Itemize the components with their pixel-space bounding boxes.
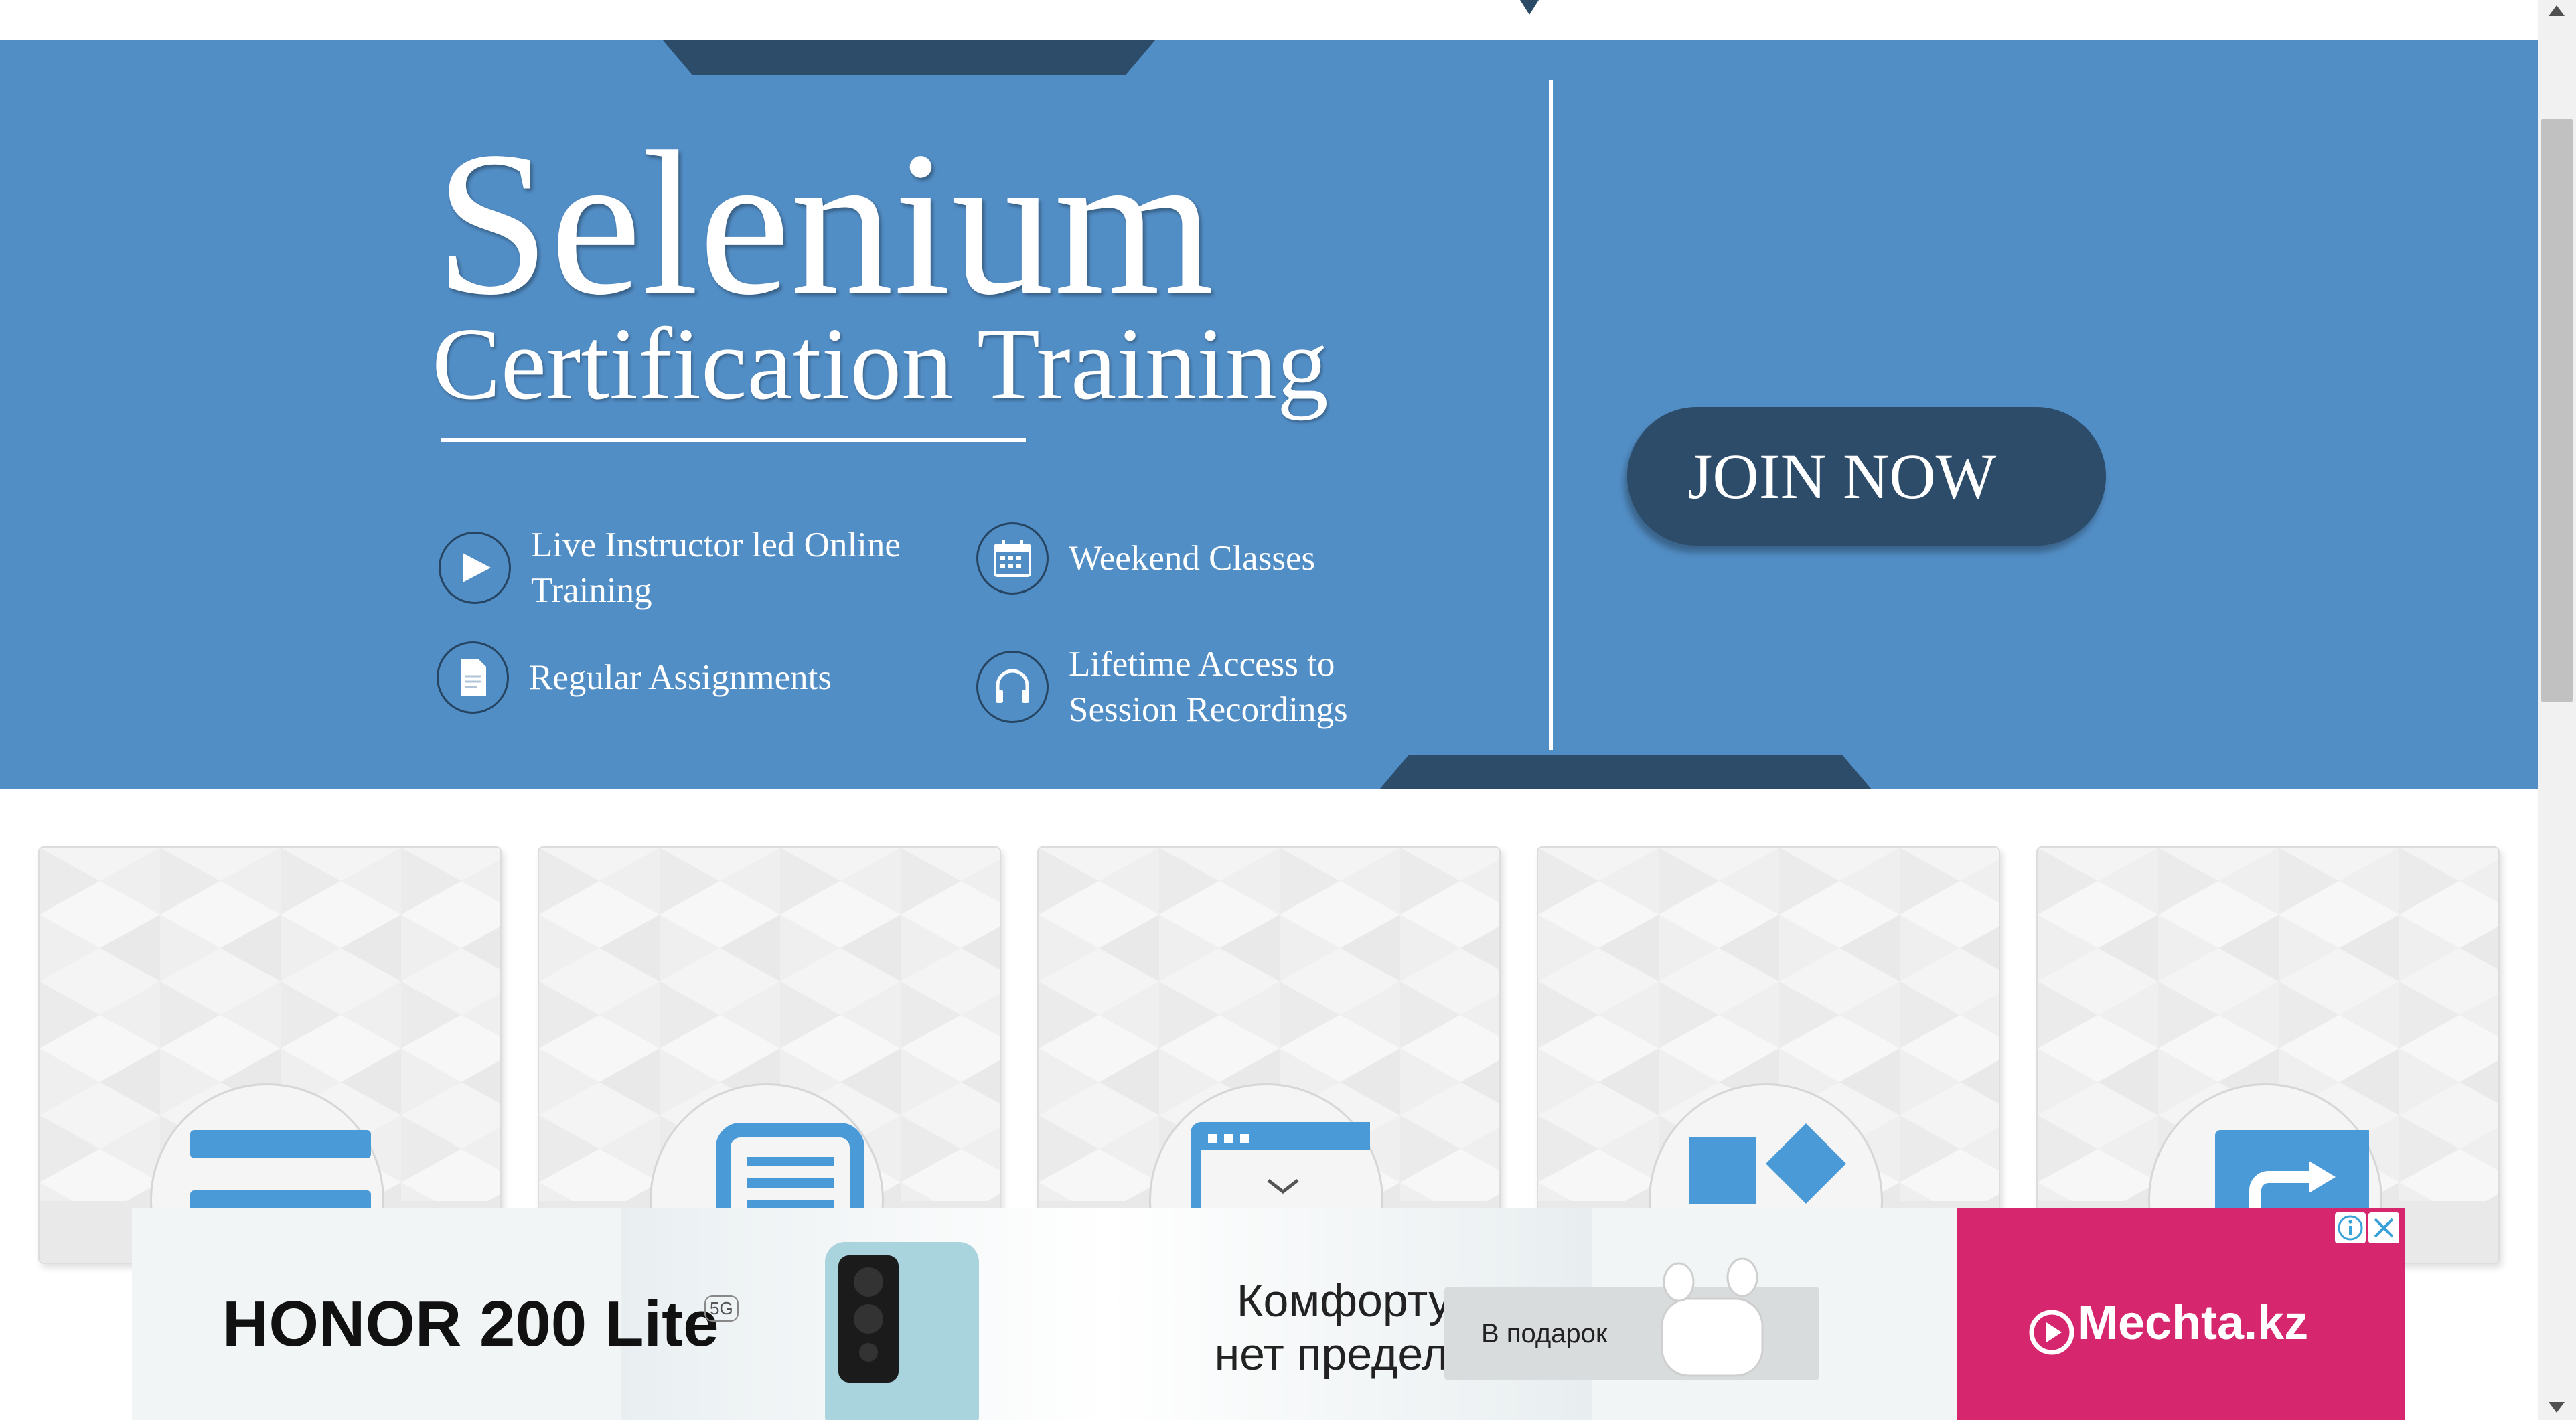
phone-image — [825, 1242, 979, 1420]
document-icon — [437, 641, 509, 714]
scroll-up-icon[interactable] — [2549, 5, 2565, 16]
feature-live-training: Live Instructor led Online Training — [439, 522, 906, 613]
course-banner: Selenium Certification Training Live Ins… — [0, 40, 2538, 789]
feature-label: Regular Assignments — [529, 658, 832, 697]
course-card[interactable] — [1537, 846, 2000, 1264]
ad-5g-badge: 5G — [704, 1295, 739, 1322]
course-card[interactable] — [38, 846, 502, 1264]
banner-divider — [1549, 80, 1553, 750]
course-card[interactable] — [2036, 846, 2500, 1264]
calendar-icon — [976, 522, 1049, 595]
ad-close-icon[interactable] — [2368, 1212, 2399, 1243]
top-bar — [0, 0, 2538, 40]
course-card[interactable] — [538, 846, 1001, 1264]
headphones-icon — [976, 651, 1049, 723]
ad-brand: HONOR 200 Lite — [222, 1288, 719, 1360]
banner-subtitle: Certification Training — [432, 307, 1329, 421]
feature-label: Live Instructor led Online Training — [531, 526, 901, 610]
course-card[interactable] — [1037, 846, 1501, 1264]
ad-info-icon[interactable] — [2335, 1212, 2366, 1243]
feature-regular-assignments: Regular Assignments — [437, 641, 904, 714]
advertisement-banner[interactable]: HONOR 200 Lite 5G Комфорту нет предела В… — [132, 1208, 2405, 1420]
feature-label: Lifetime Access to Session Recordings — [1069, 645, 1348, 729]
play-circle-icon — [2029, 1310, 2074, 1355]
banner-decor-top — [663, 40, 1155, 75]
title-underline — [441, 438, 1026, 442]
join-now-button[interactable]: JOIN NOW — [1627, 407, 2106, 546]
banner-title: Selenium — [435, 109, 1215, 337]
earbuds-image — [1661, 1257, 1764, 1377]
scrollbar-thumb[interactable] — [2541, 119, 2573, 702]
feature-lifetime-access: Lifetime Access to Session Recordings — [976, 641, 1444, 732]
banner-decor-bottom — [1379, 755, 1872, 789]
advertiser-name: Mechta.kz — [2078, 1296, 2309, 1350]
scroll-down-icon[interactable] — [2549, 1402, 2565, 1413]
play-icon — [439, 532, 511, 604]
feature-label: Weekend Classes — [1069, 539, 1316, 578]
dropdown-caret-icon — [1520, 0, 1539, 15]
feature-weekend-classes: Weekend Classes — [976, 522, 1444, 595]
